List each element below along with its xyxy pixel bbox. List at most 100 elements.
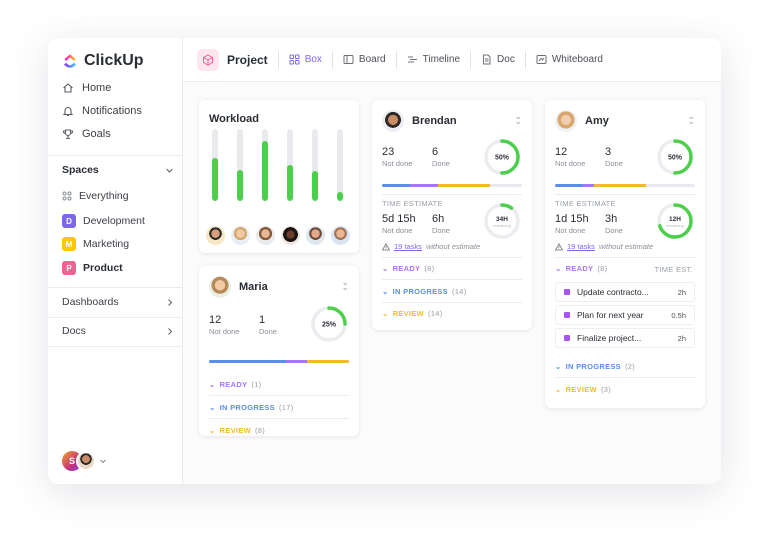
user-menu[interactable]: S (62, 451, 107, 471)
without-estimate-text: without estimate (425, 242, 481, 251)
whiteboard-icon (536, 55, 547, 64)
status-ready[interactable]: ⌄ READY (1) (209, 380, 261, 389)
grid-icon (289, 54, 300, 65)
not-done-value: 12 (209, 314, 222, 326)
sidebar-item-label: Product (83, 262, 123, 274)
member-avatar[interactable] (306, 226, 325, 245)
sidebar: ClickUp Home Notifications Goals Spaces … (48, 38, 183, 484)
sidebar-item-marketing[interactable]: M Marketing (62, 237, 129, 251)
task-name: Finalize project... (577, 333, 642, 343)
sidebar-item-dashboards[interactable]: Dashboards (62, 296, 174, 308)
member-avatar[interactable] (231, 226, 250, 245)
status-label: IN PROGRESS (392, 287, 448, 296)
estimate-remaining: 34H (496, 216, 508, 223)
topbar-divider (524, 50, 526, 69)
warning-icon (555, 242, 563, 250)
chevron-right-icon (168, 327, 173, 335)
chevron-down-icon: ⌄ (209, 380, 216, 389)
project-title: Project (227, 52, 268, 67)
board-icon (343, 55, 354, 64)
teammate-avatar (76, 451, 96, 471)
chevron-right-icon (168, 298, 173, 306)
tab-timeline[interactable]: Timeline (407, 54, 460, 65)
sidebar-item-docs[interactable]: Docs (62, 325, 174, 337)
chevron-down-icon[interactable] (99, 457, 107, 465)
not-done-label: Not done (555, 159, 586, 168)
not-done-stat: 12 Not done (209, 314, 239, 336)
estimate-value: 6h (432, 213, 445, 225)
member-header: Maria (209, 276, 268, 298)
workload-bar-track (262, 129, 268, 201)
status-count: (8) (254, 426, 266, 435)
workload-bar (312, 171, 318, 201)
workload-bar (287, 165, 293, 201)
everything-grid-icon (62, 191, 72, 201)
tasks-link[interactable]: 19 tasks (394, 242, 422, 251)
estimate-done: 3h Done (605, 213, 623, 235)
sidebar-item-notifications[interactable]: Notifications (62, 105, 142, 117)
tab-label: Doc (497, 54, 515, 65)
topbar-divider (470, 50, 472, 69)
brand-logo[interactable]: ClickUp (62, 52, 144, 70)
space-badge: P (62, 261, 76, 275)
done-label: Done (605, 226, 623, 235)
tab-label: Whiteboard (551, 54, 603, 65)
workload-bar (262, 141, 268, 201)
status-count: (14) (452, 287, 467, 296)
sidebar-item-development[interactable]: D Development (62, 214, 145, 228)
sidebar-item-label: Everything (79, 190, 129, 202)
status-progress-bar (555, 184, 695, 187)
status-in-progress[interactable]: ⌄ IN PROGRESS (2) (555, 362, 635, 371)
tab-board[interactable]: Board (343, 54, 386, 65)
done-value: 3 (605, 146, 612, 158)
collapse-icon[interactable]: ⌄ ⌄ (687, 112, 695, 126)
sidebar-item-everything[interactable]: Everything (62, 190, 129, 202)
cube-icon (203, 53, 213, 66)
member-header: Amy (555, 110, 609, 132)
tab-box[interactable]: Box (289, 54, 322, 65)
status-ready[interactable]: ⌄ READY (8) (382, 264, 434, 273)
not-done-stat: 12 Not done (555, 146, 585, 168)
sidebar-item-home[interactable]: Home (62, 82, 111, 94)
status-ready[interactable]: ⌄ READY (8) (555, 264, 607, 273)
tab-doc[interactable]: Doc (481, 54, 515, 65)
spaces-header[interactable]: Spaces (62, 164, 174, 176)
tab-whiteboard[interactable]: Whiteboard (536, 54, 603, 65)
completion-ring: 25% (311, 306, 347, 342)
status-review[interactable]: ⌄ REVIEW (3) (555, 385, 611, 394)
doc-icon (483, 54, 491, 65)
member-avatar[interactable] (281, 226, 300, 245)
member-avatar[interactable] (206, 226, 225, 245)
sidebar-item-product[interactable]: P Product (62, 261, 123, 275)
task-row[interactable]: Finalize project... 2h (555, 328, 695, 348)
collapse-icon[interactable]: ⌄ ⌄ (341, 278, 349, 292)
task-row[interactable]: Plan for next year 0.5h (555, 305, 695, 325)
status-review[interactable]: ⌄ REVIEW (8) (209, 426, 265, 435)
task-row[interactable]: Update contracto... 2h (555, 282, 695, 302)
status-in-progress[interactable]: ⌄ IN PROGRESS (14) (382, 287, 467, 296)
amy-card: Amy ⌄ ⌄ 12 Not done 3 Done 50% TIME ESTIM… (545, 100, 705, 408)
status-in-progress[interactable]: ⌄ IN PROGRESS (17) (209, 403, 294, 412)
status-review[interactable]: ⌄ REVIEW (14) (382, 309, 443, 318)
member-avatar[interactable] (331, 226, 350, 245)
divider (382, 302, 522, 303)
sidebar-item-label: Home (82, 82, 112, 94)
collapse-icon[interactable]: ⌄ ⌄ (514, 112, 522, 126)
tab-label: Timeline (422, 54, 461, 65)
status-count: (14) (427, 309, 443, 318)
chevron-down-icon: ⌄ (209, 403, 216, 412)
space-badge: D (62, 214, 76, 228)
member-avatar[interactable] (256, 226, 275, 245)
sidebar-item-goals[interactable]: Goals (62, 128, 111, 140)
divider (209, 395, 349, 396)
workload-bar-track (212, 129, 218, 201)
task-name: Plan for next year (577, 310, 644, 320)
chevron-down-icon[interactable] (165, 166, 174, 175)
completion-ring: 50% (484, 139, 520, 175)
spaces-label: Spaces (62, 164, 99, 176)
tasks-link[interactable]: 19 tasks (567, 242, 595, 251)
topbar-divider (277, 50, 279, 69)
task-name: Update contracto... (577, 287, 649, 297)
sidebar-divider (48, 346, 183, 347)
warning-icon (382, 242, 390, 250)
